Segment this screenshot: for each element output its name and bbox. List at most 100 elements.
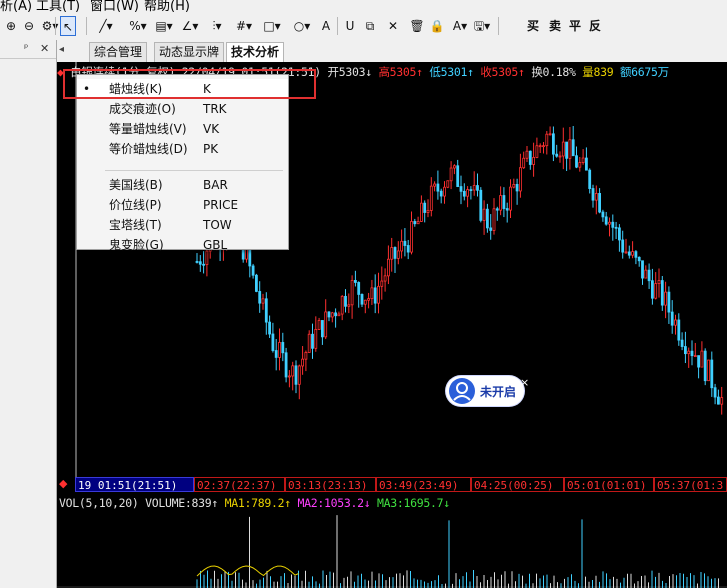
hash-grid-icon[interactable]: #▾: [232, 16, 256, 36]
badge-close-icon[interactable]: ×: [520, 376, 529, 389]
menu-analysis[interactable]: 析(A): [0, 0, 32, 12]
candle-body: [264, 298, 268, 323]
candle-body: [459, 186, 463, 192]
candle-body: [495, 208, 499, 211]
candle-body: [555, 153, 559, 157]
menu-help[interactable]: 帮助(H): [144, 0, 190, 12]
candle-body: [317, 320, 321, 330]
marker-icon: ◆: [59, 477, 68, 490]
menu-item-gbl[interactable]: 鬼变脸(G) GBL: [77, 235, 288, 255]
font-color-icon[interactable]: A▾: [448, 16, 472, 36]
tab-scroll-left-icon[interactable]: ◂: [59, 44, 64, 55]
candle-body: [304, 352, 308, 360]
menu-item-label: 鬼变脸(G): [109, 238, 164, 252]
copy-icon[interactable]: ⧉: [362, 16, 378, 36]
chart-area[interactable]: ◆ 白银连续(1分 复权) 22/04/19 01:51(21:51) 开530…: [57, 62, 727, 588]
candle-body: [499, 195, 503, 211]
volume-field-1: MA1:789.2↑: [224, 496, 298, 510]
menu-item-tow[interactable]: 宝塔线(T) TOW: [77, 215, 288, 235]
candle-body: [651, 280, 654, 299]
candle-body: [604, 216, 608, 225]
tab-dynamic-board[interactable]: 动态显示牌: [154, 42, 225, 62]
candle-body: [561, 141, 565, 157]
drawing-toolbar: ⊕⊖⚙▾↖╱▾%▾▤▾∠▾⫶▾#▾□▾○▾AU⧉✕🗑🔒A▾🖫▾买卖平反▾: [0, 12, 727, 53]
candle-body: [489, 227, 493, 231]
trade-button-0[interactable]: 买: [524, 16, 542, 36]
candle-body: [575, 155, 578, 168]
ruler-icon[interactable]: ▤▾: [152, 16, 176, 36]
rectangle-icon[interactable]: □▾: [260, 16, 284, 36]
magnet-icon[interactable]: U: [342, 16, 358, 36]
candle-body: [578, 162, 582, 168]
zoom-out-icon[interactable]: ⊖: [21, 16, 37, 36]
angle-icon[interactable]: ∠▾: [178, 16, 202, 36]
candle-body: [307, 333, 311, 353]
candle-body: [287, 375, 291, 378]
candle-body: [608, 221, 611, 225]
trade-button-2[interactable]: 平: [566, 16, 584, 36]
candle-body: [545, 133, 549, 147]
candle-body: [581, 157, 585, 163]
zoom-in-icon[interactable]: ⊕: [3, 16, 19, 36]
candle-body: [357, 282, 361, 295]
menu-window[interactable]: 窗口(W): [90, 0, 139, 12]
volume-field-0: VOL(5,10,20) VOLUME:839↑: [59, 496, 225, 510]
candle-body: [479, 189, 483, 221]
menu-item-vk[interactable]: 等量蜡烛线(V) VK: [77, 119, 288, 139]
candle-body: [528, 150, 532, 165]
tab-technical-analysis[interactable]: 技术分析: [226, 42, 285, 63]
candle-body: [456, 165, 460, 187]
settings-icon[interactable]: ⚙▾: [38, 16, 62, 36]
close-icon[interactable]: ✕: [40, 42, 49, 55]
text-icon[interactable]: A: [318, 16, 334, 36]
trade-button-3[interactable]: 反▾: [586, 16, 604, 53]
candle-body: [680, 339, 684, 347]
candle-body: [301, 358, 305, 367]
candle-body: [380, 280, 384, 287]
time-axis: ◆ 19 01:51(21:51) 02:37(22:37) 03:13(23:13…: [57, 477, 727, 494]
candle-body: [433, 183, 437, 187]
pointer-icon[interactable]: ↖: [60, 16, 76, 36]
delete-icon[interactable]: ✕: [385, 16, 401, 36]
menu-item-label: 等量蜡烛线(V): [109, 122, 187, 136]
candle-body: [502, 195, 506, 209]
tab-overview[interactable]: 综合管理: [89, 42, 148, 62]
candle-body: [274, 350, 278, 358]
menu-tools[interactable]: 工具(T): [36, 0, 80, 12]
save-icon[interactable]: 🖫▾: [470, 16, 494, 36]
menu-item-label: 价位线(P): [109, 198, 162, 212]
menu-item-trk[interactable]: 成交痕迹(O) TRK: [77, 99, 288, 119]
menu-item-bar[interactable]: 美国线(B) BAR: [77, 175, 288, 195]
chart-type-menu: • 蜡烛线(K) K 成交痕迹(O) TRK 等量蜡烛线(V) VK 等价蜡烛线(D) PK 美国…: [76, 74, 289, 252]
candle-body: [268, 321, 272, 335]
not-started-badge[interactable]: 未开启: [446, 376, 524, 406]
info-field-5: 换0.18%: [531, 65, 583, 79]
candle-body: [258, 291, 262, 304]
pin-icon[interactable]: ᵖ: [24, 43, 28, 54]
grid-lines-icon[interactable]: ⫶▾: [205, 16, 229, 36]
menu-item-label: 成交痕迹(O): [109, 102, 176, 116]
candle-body: [512, 184, 516, 188]
line-draw-icon[interactable]: ╱▾: [94, 16, 118, 36]
circle-icon[interactable]: ○▾: [290, 16, 314, 36]
candle-body: [202, 263, 206, 266]
menu-item-shortcut: TOW: [203, 218, 232, 232]
menu-item-pk[interactable]: 等价蜡烛线(D) PK: [77, 139, 288, 159]
candle-body: [631, 251, 634, 256]
menu-item-price[interactable]: 价位线(P) PRICE: [77, 195, 288, 215]
candle-body: [588, 169, 592, 189]
candle-body: [261, 298, 265, 304]
lock-icon[interactable]: 🔒: [425, 16, 449, 36]
trade-button-1[interactable]: 卖: [546, 16, 564, 36]
percent-icon[interactable]: %▾: [126, 16, 150, 36]
candle-body: [674, 319, 677, 326]
candle-body: [370, 287, 374, 300]
menu-item-shortcut: BAR: [203, 178, 228, 192]
candle-body: [271, 333, 275, 351]
candle-body: [373, 287, 377, 304]
candle-body: [594, 193, 598, 201]
candle-body: [614, 226, 618, 229]
menu-item-shortcut: GBL: [203, 238, 228, 252]
time-axis-label: 03:49(23:49): [376, 477, 471, 492]
candle-body: [565, 141, 569, 159]
